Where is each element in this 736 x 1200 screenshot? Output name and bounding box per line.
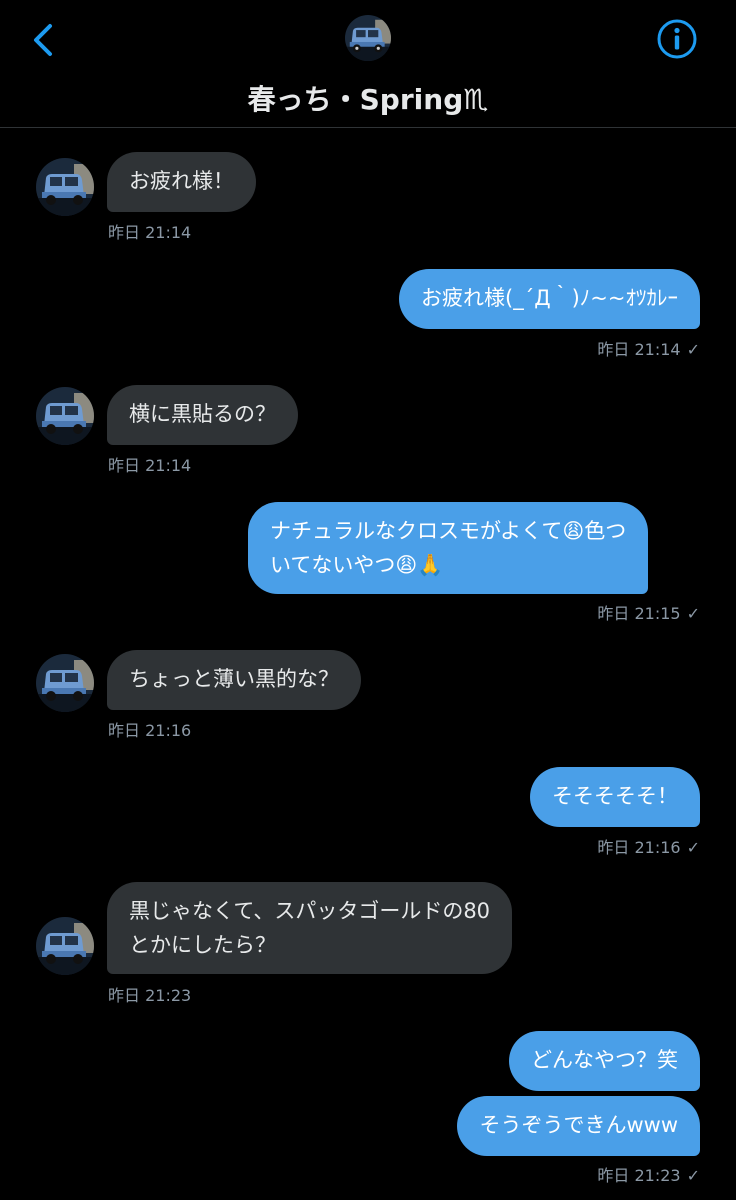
info-icon[interactable]	[656, 18, 698, 60]
read-check-icon: ✓	[686, 1166, 700, 1185]
incoming-message[interactable]: 黒じゃなくて、スパッタゴールドの80 とかにしたら？	[107, 882, 513, 974]
car-avatar-image	[36, 158, 94, 216]
incoming-message[interactable]: お疲れ様！	[107, 152, 256, 212]
message-status: 昨日 21:23 ✓	[597, 1162, 700, 1186]
back-chevron-icon[interactable]	[28, 22, 58, 58]
message-timestamp: 昨日 21:23	[108, 986, 192, 1005]
message-timestamp: 昨日 21:16	[597, 838, 681, 857]
message-timestamp: 昨日 21:14	[108, 223, 192, 242]
outgoing-message[interactable]: そそそそそ！	[530, 767, 700, 827]
message-timestamp: 昨日 21:14	[597, 340, 681, 359]
sender-avatar[interactable]	[36, 387, 94, 445]
read-check-icon: ✓	[686, 604, 700, 623]
outgoing-message[interactable]: お疲れ様(_´Д｀)ﾉ~~ｵﾂｶﾚｰ	[399, 269, 700, 329]
message-timestamp: 昨日 21:16	[108, 721, 192, 740]
message-status: 昨日 21:15 ✓	[597, 600, 700, 624]
message-timestamp: 昨日 21:23	[597, 1166, 681, 1185]
message-line: とかにしたら？	[129, 933, 276, 957]
message-line: 黒じゃなくて、スパッタゴールドの80	[129, 899, 491, 923]
car-avatar-image	[36, 917, 94, 975]
outgoing-message[interactable]: そうぞうできんwww	[457, 1096, 700, 1156]
incoming-message[interactable]: ちょっと薄い黒的な？	[107, 650, 361, 710]
message-status: 昨日 21:14 ✓	[597, 336, 700, 360]
message-line: ナチュラルなクロスモがよくて😩色つ	[270, 519, 627, 543]
message-line: いてないやつ😩🙏	[270, 553, 444, 577]
header-avatar[interactable]	[345, 15, 391, 61]
read-check-icon: ✓	[686, 340, 700, 359]
sender-avatar[interactable]	[36, 917, 94, 975]
conversation-header: 春っち・Spring♏︎	[0, 0, 736, 128]
incoming-message[interactable]: 横に黒貼るの？	[107, 385, 298, 445]
sender-avatar[interactable]	[36, 158, 94, 216]
message-timestamp: 昨日 21:15	[597, 604, 681, 623]
car-avatar-image	[36, 387, 94, 445]
car-avatar-image	[36, 654, 94, 712]
message-timestamp: 昨日 21:14	[108, 456, 192, 475]
conversation-title[interactable]: 春っち・Spring♏︎	[0, 78, 736, 118]
message-status: 昨日 21:16 ✓	[597, 834, 700, 858]
outgoing-message[interactable]: どんなやつ？笑	[509, 1031, 700, 1091]
outgoing-message[interactable]: ナチュラルなクロスモがよくて😩色つ いてないやつ😩🙏	[248, 502, 649, 594]
read-check-icon: ✓	[686, 838, 700, 857]
car-avatar-image	[345, 15, 391, 61]
sender-avatar[interactable]	[36, 654, 94, 712]
